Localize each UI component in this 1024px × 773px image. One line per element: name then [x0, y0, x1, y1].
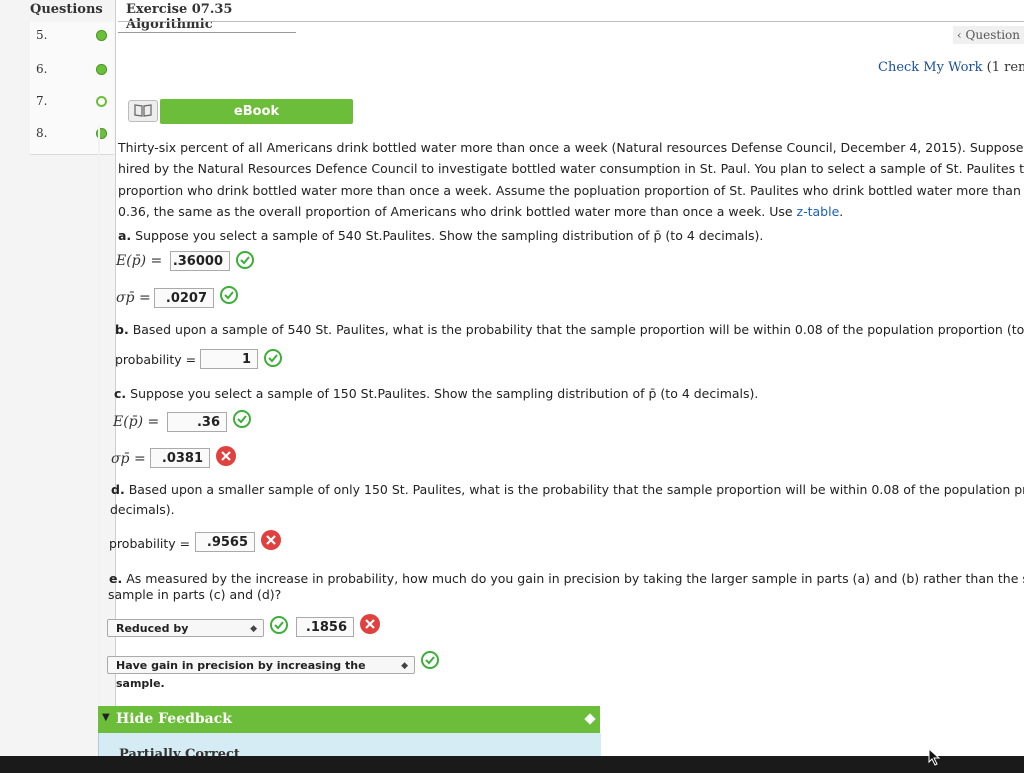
- part-a-prompt: a. Suppose you select a sample of 540 St…: [118, 228, 763, 243]
- part-d-text: Based upon a smaller sample of only 150 …: [128, 482, 1024, 497]
- incorrect-icon: [216, 446, 236, 466]
- part-b-label: b.: [115, 322, 129, 337]
- question-nav-label: Question: [965, 28, 1020, 42]
- remaining-attempts: (1 remai: [986, 60, 1024, 75]
- part-d-prompt-line-2: decimals).: [110, 502, 175, 517]
- diamond-icon: [584, 713, 596, 725]
- question-nav-button[interactable]: ‹ Question: [952, 26, 1024, 44]
- e-pbar-label: E(p̄) =: [113, 414, 160, 430]
- probability-label-d: probability =: [109, 536, 191, 551]
- expected-value-label-a: E(p̄) =: [116, 253, 162, 269]
- hide-feedback-label: Hide Feedback: [116, 711, 232, 727]
- book-icon[interactable]: [128, 100, 158, 122]
- bottom-bar: [0, 756, 1024, 773]
- part-a-label: a.: [118, 228, 132, 243]
- probability-input-d[interactable]: .9565: [195, 532, 255, 552]
- triangle-down-icon: ▼: [102, 712, 110, 723]
- std-error-input-c[interactable]: .0381: [150, 448, 210, 468]
- std-error-label-a: σp̄ =: [116, 290, 151, 306]
- question-item-7[interactable]: 7.: [30, 88, 114, 123]
- chevron-left-icon: ‹: [956, 28, 966, 42]
- probability-label-b: probability =: [115, 352, 197, 367]
- expected-value-input-a[interactable]: .36000: [170, 251, 230, 271]
- direction-select[interactable]: Reduced by ◆: [107, 619, 264, 637]
- question-number: 8.: [36, 126, 48, 140]
- problem-text-line-1: Thirty-six percent of all Americans drin…: [118, 140, 1024, 155]
- sigma-pbar-label: σp̄ =: [111, 451, 146, 467]
- problem-text-line-4-text: 0.36, the same as the overall proportion…: [118, 204, 797, 219]
- std-error-label-c: σp̄ =: [111, 451, 146, 467]
- content-border: [98, 125, 100, 705]
- part-b-text: Based upon a sample of 540 St. Paulites,…: [132, 322, 1024, 337]
- incorrect-icon: [261, 530, 281, 550]
- problem-text-line-4: 0.36, the same as the overall proportion…: [118, 204, 843, 219]
- probability-input-b[interactable]: 1: [200, 349, 258, 369]
- precision-gain-input[interactable]: .1856: [296, 617, 354, 637]
- ebook-button[interactable]: eBook: [160, 99, 353, 124]
- question-item-8[interactable]: 8.: [30, 120, 114, 155]
- hide-feedback-toggle[interactable]: ▼ Hide Feedback: [98, 706, 600, 733]
- check-icon: [96, 30, 107, 41]
- part-b-prompt: b. Based upon a sample of 540 St. Paulit…: [115, 322, 1024, 337]
- check-work-label: Check My Work: [878, 60, 983, 75]
- part-e-prompt-line-2: sample in parts (c) and (d)?: [108, 587, 282, 602]
- question-item-5[interactable]: 5.: [30, 22, 114, 57]
- direction-select-value: Reduced by: [116, 622, 189, 635]
- select-arrows-icon: ◆: [401, 661, 408, 671]
- problem-text-line-2: hired by the Natural Resources Defence C…: [118, 161, 1024, 176]
- exercise-tab[interactable]: Exercise 07.35 Algorithmic: [118, 2, 296, 33]
- question-number: 5.: [36, 28, 48, 42]
- problem-text-line-3: proportion who drink bottled water more …: [118, 183, 1024, 198]
- part-d-prompt-line-1: d. Based upon a smaller sample of only 1…: [111, 482, 1024, 497]
- mouse-cursor-icon: [928, 747, 941, 770]
- part-c-label: c.: [114, 386, 127, 401]
- correct-icon: [233, 410, 251, 428]
- incorrect-icon: [360, 614, 380, 634]
- question-item-6[interactable]: 6.: [30, 56, 114, 91]
- correct-icon: [236, 251, 254, 269]
- std-error-input-a[interactable]: .0207: [154, 288, 214, 308]
- question-number: 7.: [36, 94, 48, 108]
- e-pbar-label: E(p̄) =: [116, 253, 163, 269]
- partial-check-icon: [96, 96, 107, 107]
- part-e-text: As measured by the increase in probabili…: [126, 571, 1024, 586]
- correct-icon: [421, 651, 439, 669]
- correct-icon: [270, 616, 288, 634]
- part-e-label: e.: [109, 571, 123, 586]
- correct-icon: [220, 286, 238, 304]
- questions-header: Questions: [30, 2, 103, 17]
- part-d-label: d.: [111, 482, 125, 497]
- part-a-text: Suppose you select a sample of 540 St.Pa…: [135, 228, 764, 243]
- check-icon: [96, 64, 107, 75]
- correct-icon: [264, 349, 282, 367]
- part-c-prompt: c. Suppose you select a sample of 150 St…: [114, 386, 758, 401]
- conclusion-select-value: Have gain in precision by increasing the…: [116, 659, 366, 690]
- tab-divider: [118, 21, 1024, 22]
- check-my-work-link[interactable]: Check My Work (1 remai: [878, 60, 1024, 75]
- problem-text-line-4-end: .: [839, 204, 844, 219]
- expected-value-input-c[interactable]: .36: [167, 412, 227, 432]
- question-number: 6.: [36, 62, 48, 76]
- z-table-link[interactable]: z-table: [797, 204, 840, 219]
- precision-conclusion-select[interactable]: Have gain in precision by increasing the…: [107, 656, 415, 690]
- select-arrows-icon: ◆: [250, 624, 257, 634]
- sigma-pbar-label: σp̄ =: [116, 290, 151, 306]
- part-e-prompt-line-1: e. As measured by the increase in probab…: [109, 571, 1024, 586]
- part-c-text: Suppose you select a sample of 150 St.Pa…: [130, 386, 759, 401]
- expected-value-label-c: E(p̄) =: [113, 414, 159, 430]
